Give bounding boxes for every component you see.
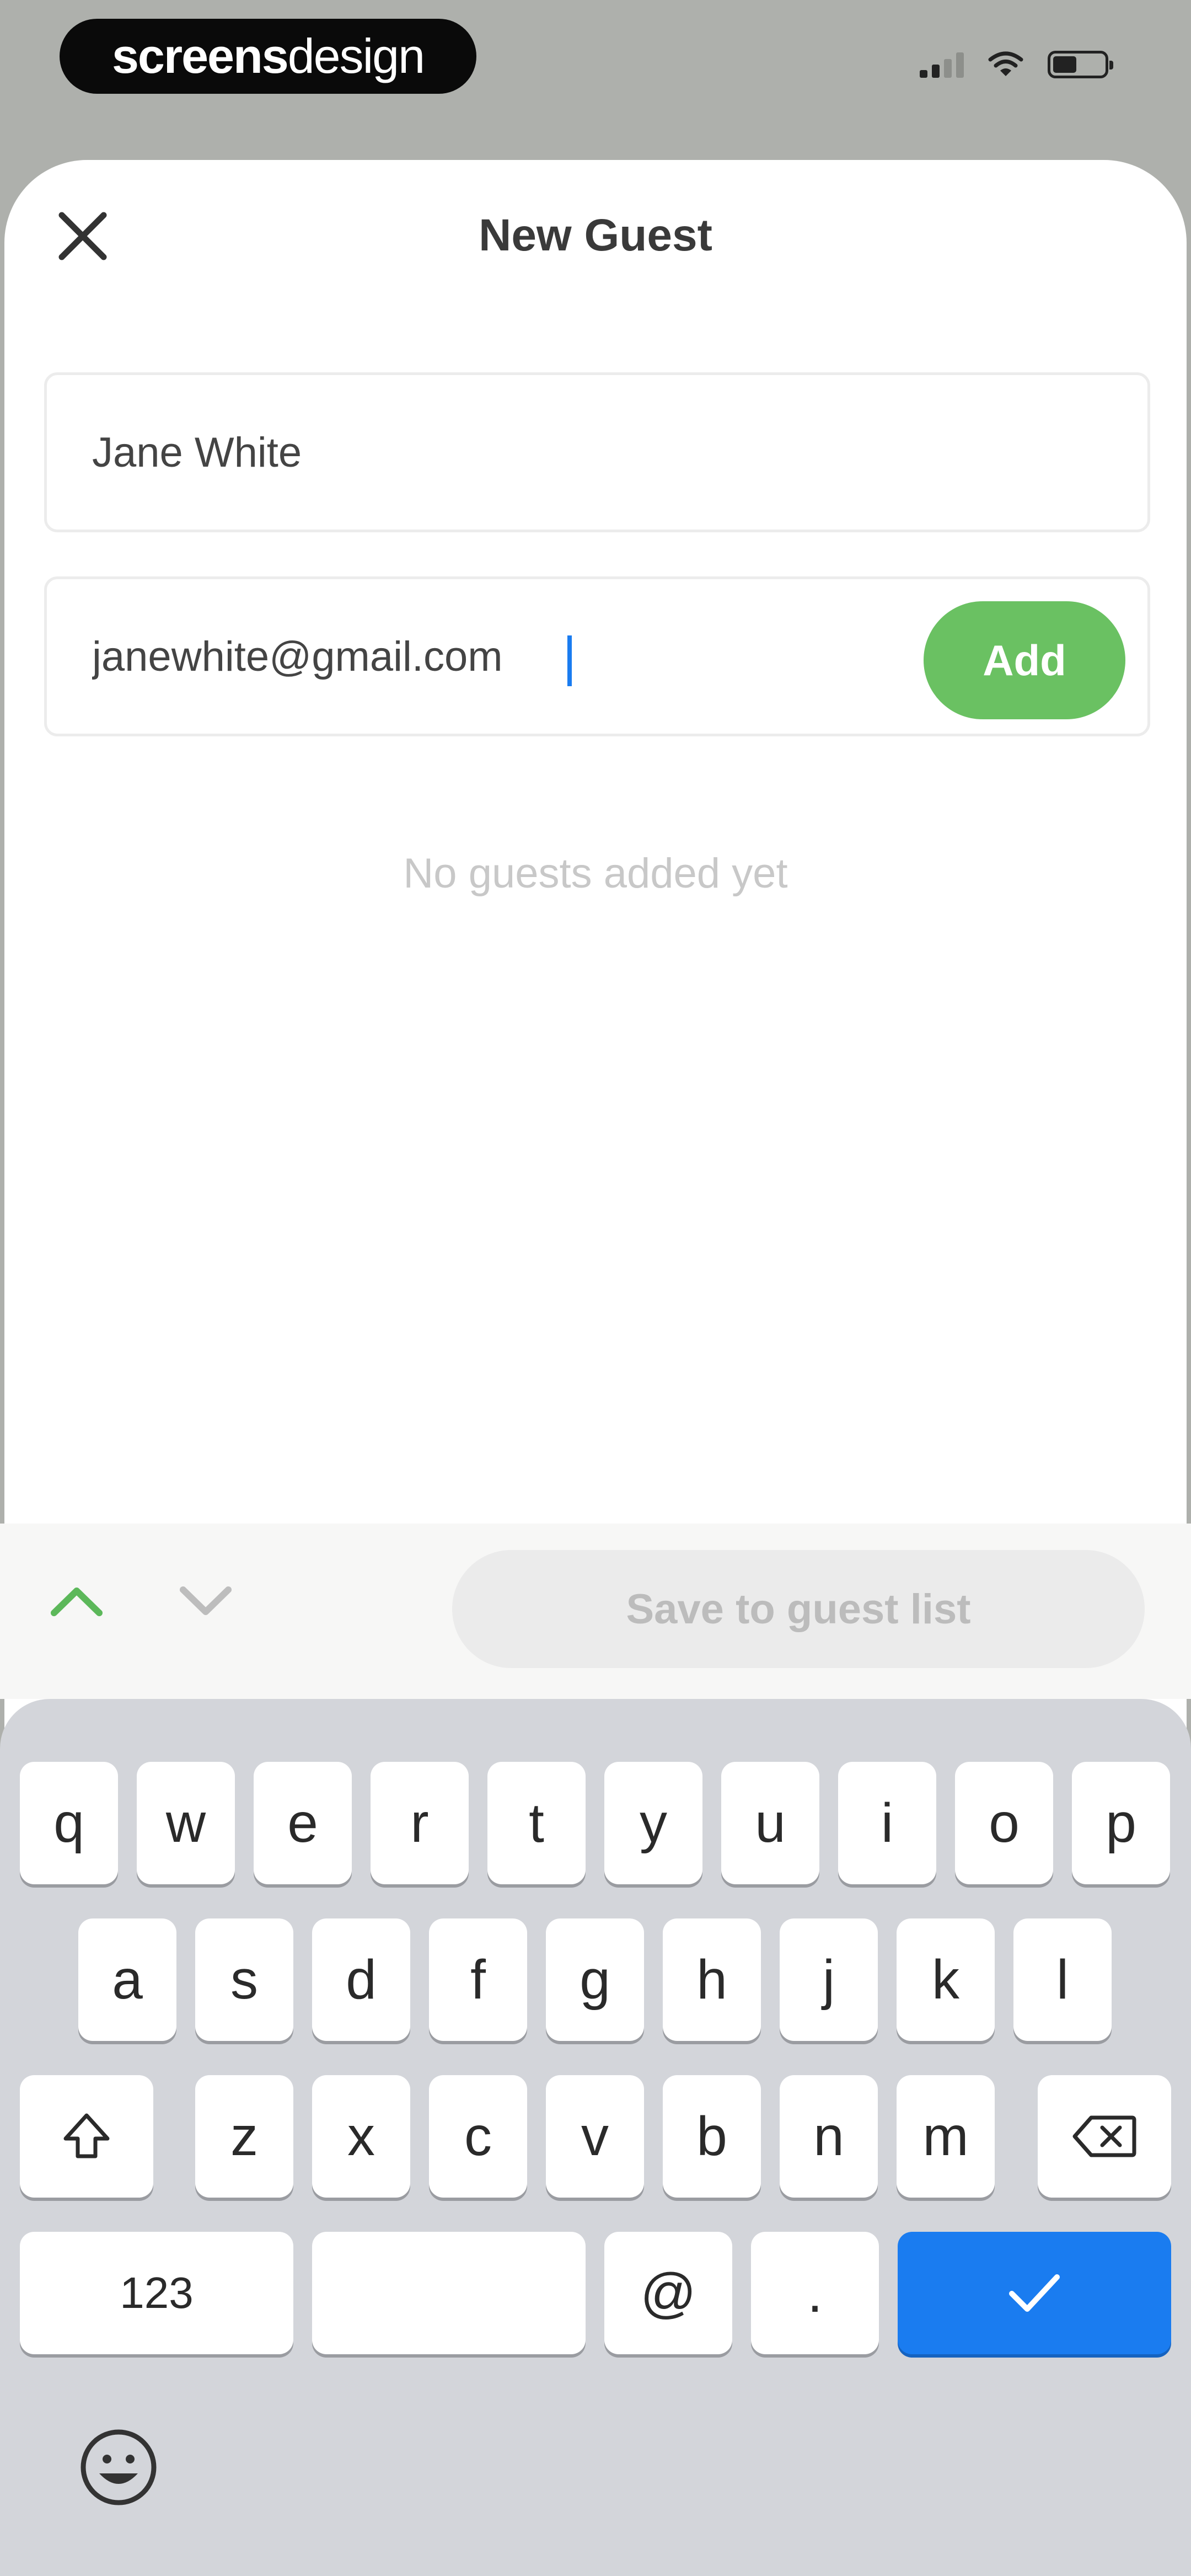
- chevron-down-icon: [180, 1586, 232, 1615]
- previous-field-button[interactable]: [46, 1579, 107, 1623]
- key-r[interactable]: r: [371, 1762, 469, 1884]
- emoji-icon: [81, 2429, 157, 2505]
- brand-logo-bold: screens: [111, 29, 289, 83]
- key-n[interactable]: n: [780, 2075, 878, 2198]
- name-input[interactable]: [92, 375, 919, 530]
- battery-icon: [1048, 51, 1113, 78]
- page-title: New Guest: [479, 210, 712, 260]
- done-key[interactable]: [898, 2232, 1171, 2354]
- status-bar: screens design: [0, 0, 1191, 160]
- backspace-key[interactable]: [1038, 2075, 1171, 2198]
- key-x[interactable]: x: [312, 2075, 410, 2198]
- status-icons: [920, 51, 1113, 78]
- key-y[interactable]: y: [604, 1762, 702, 1884]
- key-j[interactable]: j: [780, 1918, 878, 2041]
- key-h[interactable]: h: [663, 1918, 761, 2041]
- key-s[interactable]: s: [195, 1918, 293, 2041]
- name-field[interactable]: [44, 372, 1150, 532]
- brand-logo: screens design: [60, 19, 476, 94]
- add-guest-button[interactable]: Add: [924, 601, 1125, 719]
- key-o[interactable]: o: [955, 1762, 1053, 1884]
- at-key[interactable]: @: [604, 2232, 732, 2354]
- email-field[interactable]: Add: [44, 576, 1150, 736]
- key-m[interactable]: m: [897, 2075, 995, 2198]
- cellular-signal-icon: [920, 51, 964, 78]
- key-d[interactable]: d: [312, 1918, 410, 2041]
- key-q[interactable]: q: [20, 1762, 118, 1884]
- key-c[interactable]: c: [429, 2075, 527, 2198]
- key-p[interactable]: p: [1072, 1762, 1170, 1884]
- key-i[interactable]: i: [838, 1762, 936, 1884]
- keyboard-accessory-toolbar: Save to guest list: [0, 1524, 1191, 1699]
- key-u[interactable]: u: [721, 1762, 819, 1884]
- backspace-icon: [1072, 2115, 1136, 2157]
- key-l[interactable]: l: [1013, 1918, 1112, 2041]
- dot-key[interactable]: .: [751, 2232, 879, 2354]
- onscreen-keyboard: q w e r t y u i o p a s d f g h j k l z …: [0, 1699, 1191, 2576]
- key-f[interactable]: f: [429, 1918, 527, 2041]
- email-input[interactable]: [92, 579, 919, 734]
- key-z[interactable]: z: [195, 2075, 293, 2198]
- key-b[interactable]: b: [663, 2075, 761, 2198]
- next-field-button[interactable]: [175, 1579, 236, 1623]
- emoji-button[interactable]: [77, 2426, 160, 2509]
- key-e[interactable]: e: [254, 1762, 352, 1884]
- chevron-up-icon: [51, 1588, 103, 1616]
- checkmark-icon: [1009, 2274, 1060, 2312]
- key-v[interactable]: v: [546, 2075, 644, 2198]
- wifi-icon: [988, 51, 1023, 76]
- text-cursor: [567, 635, 572, 686]
- key-k[interactable]: k: [897, 1918, 995, 2041]
- key-w[interactable]: w: [137, 1762, 235, 1884]
- key-t[interactable]: t: [487, 1762, 586, 1884]
- shift-key[interactable]: [20, 2075, 153, 2198]
- shift-icon: [63, 2113, 110, 2158]
- key-a[interactable]: a: [78, 1918, 176, 2041]
- brand-logo-light: design: [287, 29, 425, 83]
- numbers-key[interactable]: 123: [20, 2232, 293, 2354]
- empty-state-message: No guests added yet: [403, 850, 788, 897]
- key-g[interactable]: g: [546, 1918, 644, 2041]
- space-key[interactable]: [312, 2232, 586, 2354]
- save-to-guest-list-button[interactable]: Save to guest list: [452, 1550, 1145, 1668]
